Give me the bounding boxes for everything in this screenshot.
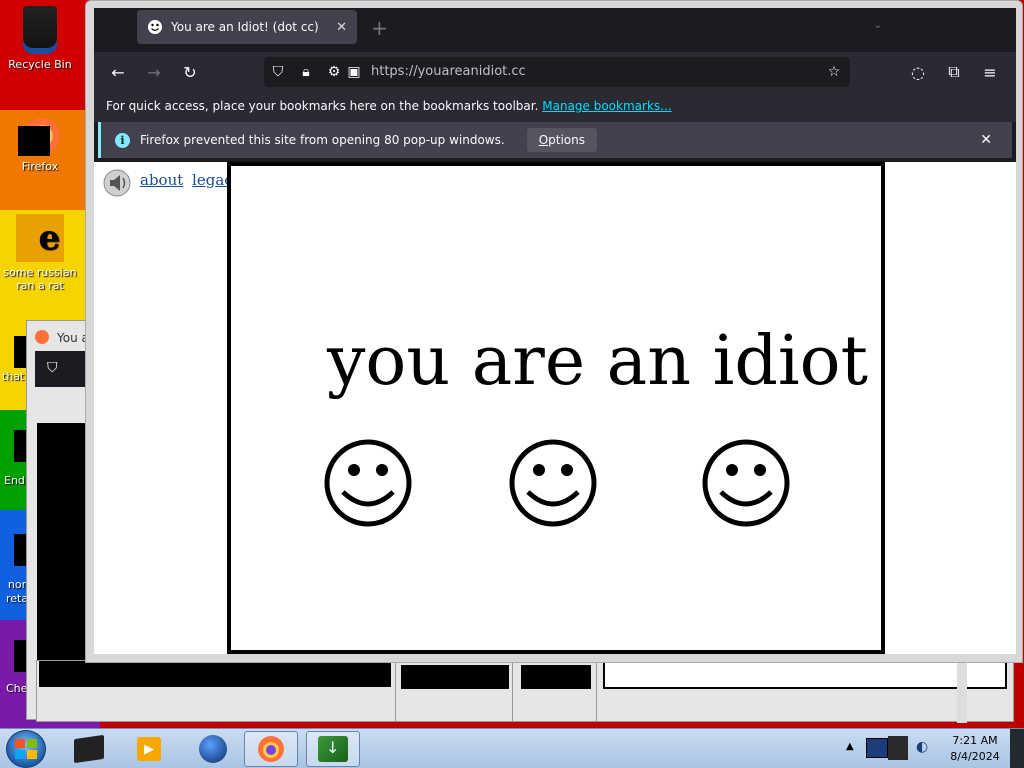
desktop-icon-label: some russian ran a rat (3, 266, 77, 292)
tab-you-are-an-idiot[interactable]: You are an Idiot! (dot cc) ✕ (137, 10, 357, 44)
taskbar-app-globe[interactable] (186, 731, 240, 767)
pocket-icon[interactable]: ◌ (908, 62, 928, 82)
desktop-icon-label: Che (6, 682, 28, 695)
smiley-face-icon (702, 439, 790, 527)
popup-blocked-icon[interactable]: ▣ (344, 62, 364, 82)
system-tray: ▲ ◐ 7:21 AM 8/4/2024 (840, 729, 1024, 768)
firefox-chrome: You are an Idiot! (dot cc) ✕ + ⌄ ← → ↻ ⛉… (94, 8, 1016, 654)
bookmarks-hint: For quick access, place your bookmarks h… (106, 99, 539, 113)
desktop-icon-label: Recycle Bin (8, 58, 72, 71)
desktop-icon-label: Firefox (21, 160, 59, 173)
background-popup-window[interactable] (36, 660, 396, 722)
permissions-icon[interactable]: ⚙︎ (324, 62, 344, 82)
lock-icon[interactable]: 🔒︎ (296, 62, 316, 82)
menu-hamburger-icon[interactable]: ≡ (980, 62, 1000, 82)
black-block (521, 665, 591, 689)
smiley-favicon-icon (148, 20, 162, 34)
taskbar-app-device[interactable] (62, 731, 116, 767)
desktop-icon-label: that (2, 370, 25, 383)
device-tray-icon[interactable] (888, 736, 908, 760)
headline: you are an idiot (327, 322, 868, 401)
reload-icon[interactable]: ↻ (180, 62, 200, 82)
browser-window[interactable]: _ □ ✕ You are an Idiot! (dot cc) ✕ + ⌄ ←… (85, 0, 1023, 663)
device-icon (74, 734, 104, 764)
windows-logo-icon (15, 739, 37, 759)
idiot-popup-window[interactable]: you are an idiot (227, 162, 885, 654)
globe-icon (199, 735, 227, 763)
firefox-icon (35, 330, 49, 344)
download-manager-icon: ↓ (318, 736, 348, 762)
desktop-icon-firefox[interactable]: Firefox (0, 112, 80, 173)
page-content: about legacy safe you are an idiot (94, 162, 1016, 654)
desktop-icon-recycle-bin[interactable]: Recycle Bin (0, 6, 80, 71)
list-tabs-chevron-icon[interactable]: ⌄ (874, 20, 882, 31)
taskbar-app-download-manager[interactable]: ↓ (306, 731, 360, 767)
tab-title: You are an Idiot! (dot cc) (171, 20, 319, 34)
desktop-icon-russian-rat[interactable]: e some russian ran a rat (0, 214, 80, 292)
back-arrow-icon[interactable]: ← (108, 62, 128, 82)
black-block (39, 661, 391, 687)
recycle-bin-icon (23, 6, 57, 54)
white-block (603, 661, 1007, 689)
clock-time: 7:21 AM (952, 734, 998, 747)
manage-bookmarks-link[interactable]: Manage bookmarks... (542, 99, 671, 113)
rat-executable-icon: e (16, 214, 64, 262)
navigation-toolbar: ← → ↻ ⛉ 🔒︎ ⚙︎ ▣ https://youareanidiot.cc… (94, 52, 1016, 92)
background-popup-window[interactable] (512, 660, 602, 722)
black-block (401, 665, 509, 689)
volume-icon[interactable]: ◐ (916, 739, 928, 755)
popup-blocked-notification: i Firefox prevented this site from openi… (98, 122, 1012, 158)
show-hidden-icons-icon[interactable]: ▲ (846, 741, 854, 752)
url-bar[interactable]: ⛉ 🔒︎ ⚙︎ ▣ https://youareanidiot.cc ☆ (264, 57, 850, 87)
taskbar-app-firefox[interactable] (244, 731, 298, 767)
about-link[interactable]: about (140, 171, 183, 189)
firefox-icon (258, 736, 284, 762)
background-popup-window[interactable] (390, 660, 520, 722)
notification-close-icon[interactable]: ✕ (980, 132, 992, 148)
firefox-icon (18, 112, 62, 156)
tracking-shield-icon[interactable]: ⛉ (268, 62, 288, 82)
clock[interactable]: 7:21 AM 8/4/2024 (944, 733, 1006, 765)
new-tab-icon[interactable]: + (371, 16, 388, 40)
desktop-icon-label: nor reta (6, 578, 29, 605)
options-button[interactable]: Options (526, 128, 597, 152)
info-icon: i (115, 132, 130, 148)
desktop-icon-label: End (4, 474, 25, 487)
taskbar: ▶ ↓ ▲ ◐ 7:21 AM 8/4/2024 (0, 728, 1024, 768)
url-text: https://youareanidiot.cc (371, 64, 526, 79)
media-player-icon: ▶ (137, 737, 161, 761)
tab-close-icon[interactable]: ✕ (336, 20, 347, 35)
extensions-icon[interactable]: ⧉ (944, 62, 964, 82)
bookmarks-toolbar: For quick access, place your bookmarks h… (94, 92, 1016, 122)
forward-arrow-icon[interactable]: → (144, 62, 164, 82)
show-desktop-button[interactable] (1010, 729, 1024, 768)
start-button[interactable] (6, 730, 46, 768)
taskbar-app-media-player[interactable]: ▶ (122, 731, 176, 767)
speaker-icon[interactable] (102, 168, 132, 198)
bookmark-star-icon[interactable]: ☆ (824, 62, 844, 82)
shield-icon: ⛉ (47, 360, 58, 376)
network-icon[interactable] (866, 738, 888, 758)
smiley-face-icon (324, 439, 412, 527)
popup-blocked-message: Firefox prevented this site from opening… (140, 133, 505, 147)
clock-date: 8/4/2024 (950, 750, 1000, 763)
smiley-face-icon (509, 439, 597, 527)
